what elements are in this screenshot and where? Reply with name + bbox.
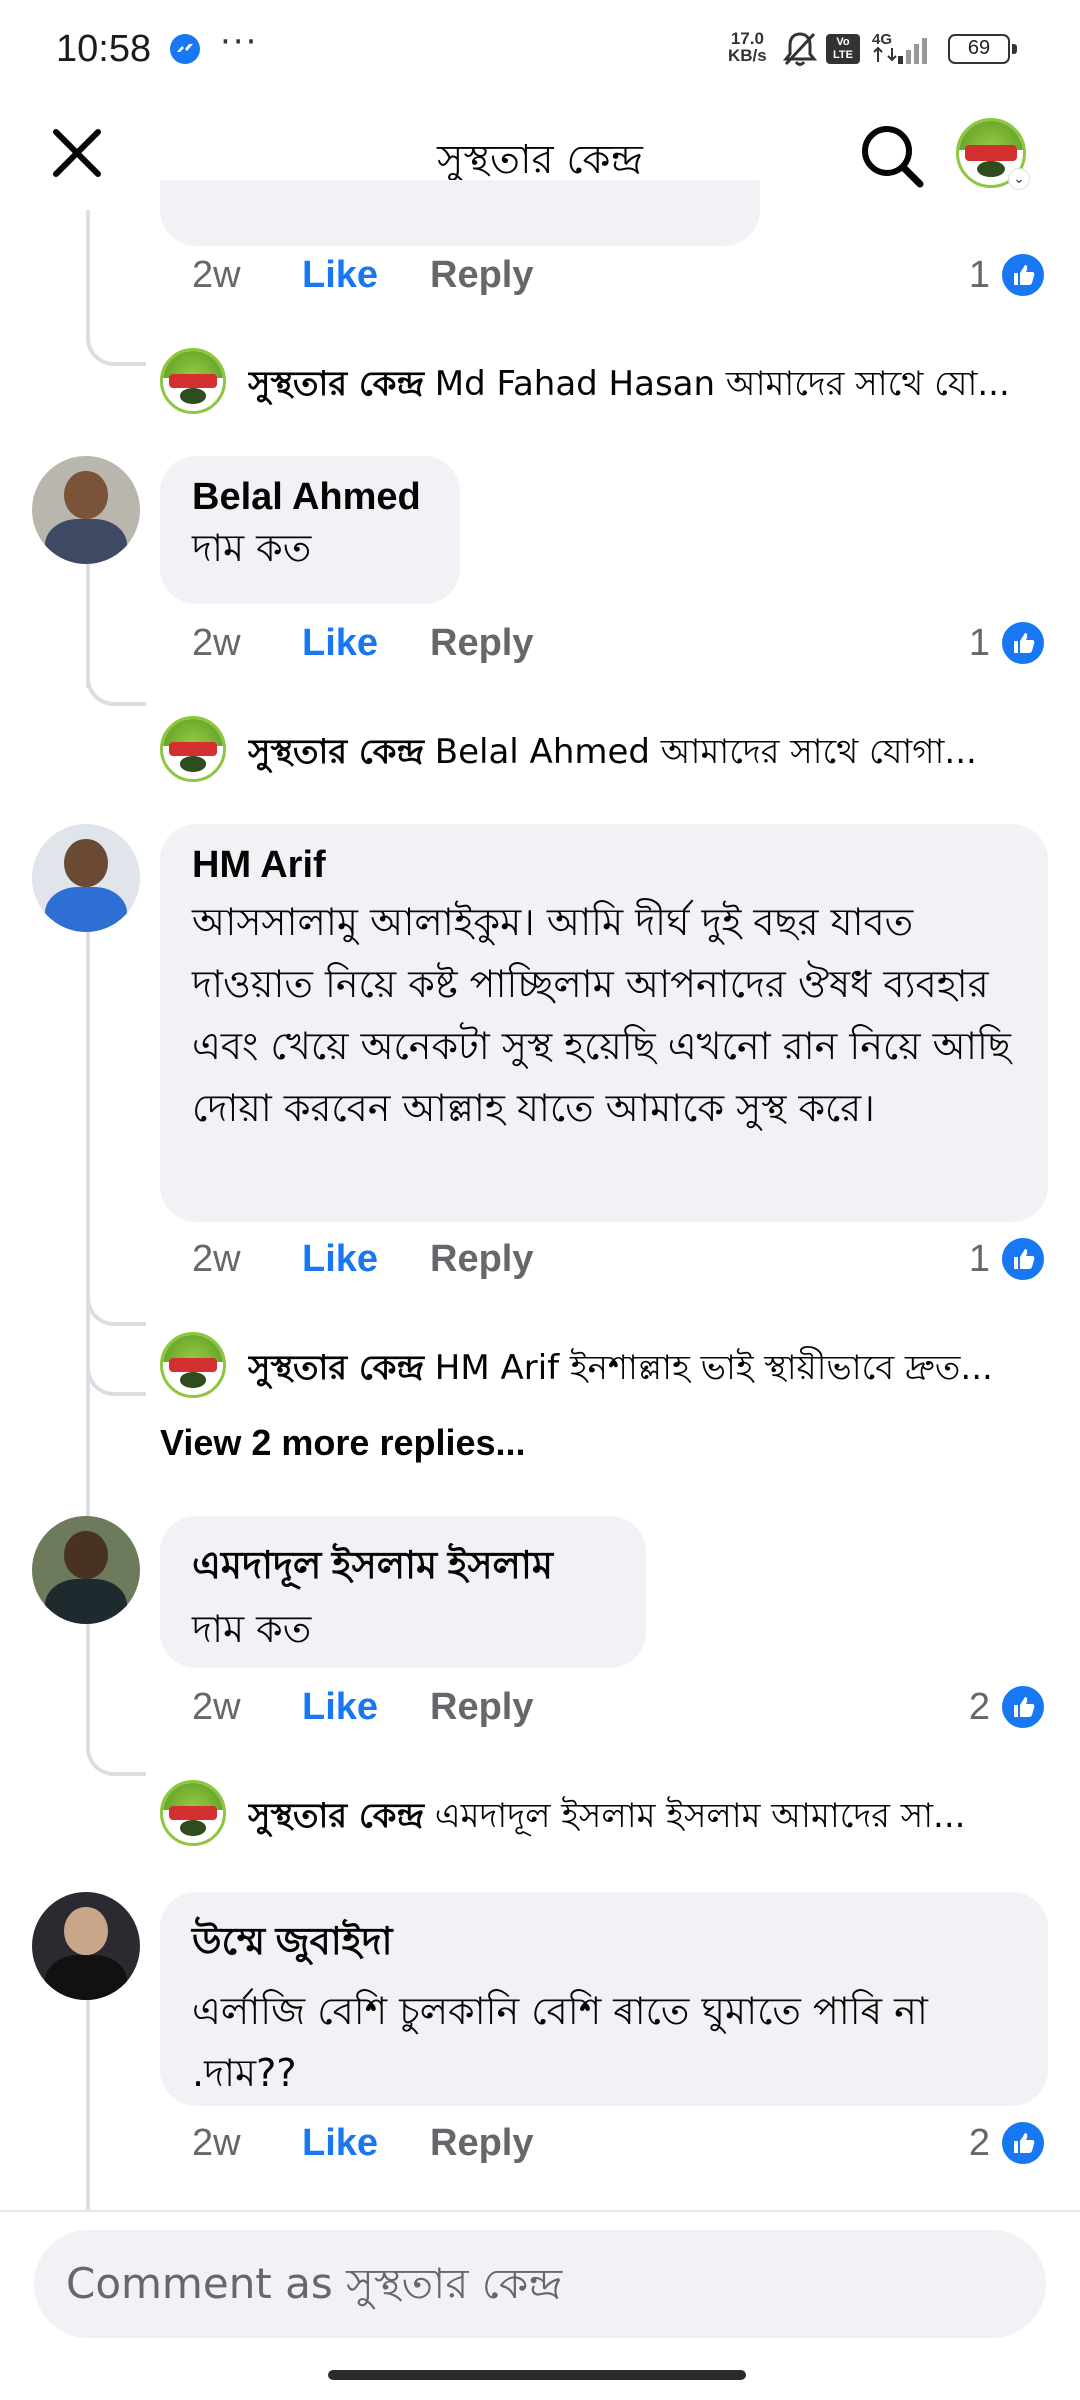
network-type: 4G	[872, 31, 892, 48]
reply-connector	[86, 660, 146, 706]
reply-text: HM Arif ইনশাল্লাহ ভাই স্থায়ীভাবে দ্রুত.…	[434, 1348, 993, 1388]
comment-bubble[interactable]: উম্মে জুবাইদা এর্লাজি বেশি চুলকানি বেশি …	[160, 1892, 1048, 2106]
like-reaction-icon	[1000, 252, 1046, 298]
reply-text: এমদাদূল ইসলাম ইসলাম আমাদের সা...	[434, 1796, 966, 1836]
commenter-name[interactable]: উম্মে জুবাইদা	[192, 1912, 1016, 1976]
reply-author: সুস্থতার কেন্দ্র	[248, 732, 424, 772]
page-reply[interactable]: সুস্থতার কেন্দ্র Belal Ahmed আমাদের সাথে…	[160, 716, 1050, 786]
reaction-count: 1	[968, 1238, 990, 1280]
thread-line	[86, 2000, 90, 2210]
comment-actions: 2w Like Reply	[192, 1238, 612, 1288]
reply-button[interactable]: Reply	[430, 2122, 533, 2165]
view-more-replies-link[interactable]: View 2 more replies...	[160, 1422, 526, 1464]
thread-line	[86, 210, 90, 330]
like-reaction-icon	[1000, 620, 1046, 666]
reply-text: Belal Ahmed আমাদের সাথে যোগা...	[434, 732, 977, 772]
reaction-summary[interactable]: 1	[900, 252, 1046, 304]
reply-author: সুস্থতার কেন্দ্র	[248, 364, 424, 404]
status-bar: 10:58 ··· 17.0 KB/s Vo LTE 4G 69	[0, 0, 1080, 100]
comment-time: 2w	[192, 254, 241, 296]
comment-composer: Comment as সুস্থতার কেন্দ্র	[0, 2210, 1080, 2400]
commenter-name[interactable]: এমদাদূল ইসলাম ইসলাম	[192, 1536, 614, 1600]
like-button[interactable]: Like	[302, 2122, 378, 2165]
signal-icon: 4G	[868, 30, 938, 72]
comment-time: 2w	[192, 1238, 241, 1280]
comment-actions: 2w Like Reply	[192, 254, 612, 304]
reply-button[interactable]: Reply	[430, 1238, 533, 1281]
comment-time: 2w	[192, 622, 241, 664]
commenter-name[interactable]: HM Arif	[192, 844, 1016, 887]
like-button[interactable]: Like	[302, 1686, 378, 1729]
commenter-avatar[interactable]	[32, 1892, 140, 2000]
volte-icon: Vo LTE	[826, 34, 860, 64]
page-logo-avatar	[160, 1780, 226, 1846]
page-reply[interactable]: সুস্থতার কেন্দ্র এমদাদূল ইসলাম ইসলাম আমা…	[160, 1780, 1050, 1850]
reaction-summary[interactable]: 2	[900, 2120, 1046, 2172]
network-speed-value: 17.0	[730, 29, 764, 48]
reaction-count: 1	[968, 622, 990, 664]
reply-connector	[86, 1350, 146, 1396]
comment-text: দাম কত	[192, 1607, 312, 1651]
commenter-avatar[interactable]	[32, 1516, 140, 1624]
reaction-count: 2	[968, 1686, 990, 1728]
reaction-summary[interactable]: 1	[900, 620, 1046, 672]
comment-actions: 2w Like Reply	[192, 622, 612, 672]
chevron-down-icon: ⌄	[1008, 168, 1030, 190]
page-logo-avatar	[160, 348, 226, 414]
reply-text: Md Fahad Hasan আমাদের সাথে যো...	[434, 364, 1010, 404]
network-speed: 17.0 KB/s	[728, 30, 767, 64]
page-logo-avatar	[160, 716, 226, 782]
page-logo-avatar	[160, 1332, 226, 1398]
comment-time: 2w	[192, 2122, 241, 2164]
page-reply[interactable]: সুস্থতার কেন্দ্র Md Fahad Hasan আমাদের স…	[160, 348, 1050, 418]
comment-bubble-fragment	[160, 180, 760, 246]
comment-bubble[interactable]: HM Arif আসসালামু আলাইকুম। আমি দীর্ঘ দুই …	[160, 824, 1048, 1222]
comment-text: এর্লাজি বেশি চুলকানি বেশি ৰাতে ঘুমাতে পা…	[192, 1989, 928, 2095]
reply-connector	[86, 1730, 146, 1776]
like-reaction-icon	[1000, 1236, 1046, 1282]
home-indicator[interactable]	[328, 2370, 746, 2380]
reply-connector	[86, 320, 146, 366]
comment-actions: 2w Like Reply	[192, 2122, 612, 2172]
reaction-count: 2	[968, 2122, 990, 2164]
comment-bubble[interactable]: এমদাদূল ইসলাম ইসলাম দাম কত	[160, 1516, 646, 1668]
reply-button[interactable]: Reply	[430, 1686, 533, 1729]
comment-input[interactable]: Comment as সুস্থতার কেন্দ্র	[34, 2230, 1046, 2338]
battery-indicator: 69	[948, 34, 1017, 64]
like-reaction-icon	[1000, 2120, 1046, 2166]
like-button[interactable]: Like	[302, 622, 378, 665]
reply-author: সুস্থতার কেন্দ্র	[248, 1796, 424, 1836]
search-icon	[862, 126, 924, 188]
network-speed-unit: KB/s	[728, 46, 767, 65]
commenter-name[interactable]: Belal Ahmed	[192, 476, 428, 519]
page-reply[interactable]: সুস্থতার কেন্দ্র HM Arif ইনশাল্লাহ ভাই স…	[160, 1332, 1050, 1402]
comment-text: আসসালামু আলাইকুম। আমি দীর্ঘ দুই বছর যাবত…	[192, 900, 1011, 1130]
comment-text: দাম কত	[192, 526, 312, 570]
profile-switcher-button[interactable]: ⌄	[956, 118, 1032, 194]
reply-connector	[86, 1280, 146, 1326]
like-reaction-icon	[1000, 1684, 1046, 1730]
mute-bell-icon	[782, 30, 818, 72]
comment-actions: 2w Like Reply	[192, 1686, 612, 1736]
comment-time: 2w	[192, 1686, 241, 1728]
commenter-avatar[interactable]	[32, 456, 140, 564]
reply-button[interactable]: Reply	[430, 254, 533, 297]
reply-button[interactable]: Reply	[430, 622, 533, 665]
reaction-count: 1	[968, 254, 990, 296]
reply-author: সুস্থতার কেন্দ্র	[248, 1348, 424, 1388]
messenger-notification-icon	[170, 34, 200, 64]
like-button[interactable]: Like	[302, 254, 378, 297]
reaction-summary[interactable]: 1	[900, 1236, 1046, 1288]
more-notifications-icon: ···	[220, 22, 259, 62]
status-time: 10:58	[56, 28, 152, 70]
thread-line	[86, 932, 90, 1592]
like-button[interactable]: Like	[302, 1238, 378, 1281]
reaction-summary[interactable]: 2	[900, 1684, 1046, 1736]
search-button[interactable]	[856, 120, 928, 192]
commenter-avatar[interactable]	[32, 824, 140, 932]
comment-bubble[interactable]: Belal Ahmed দাম কত	[160, 456, 460, 604]
